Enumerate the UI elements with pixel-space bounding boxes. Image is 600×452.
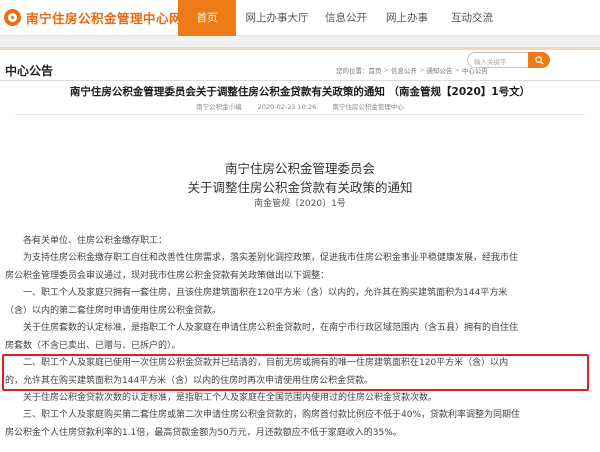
breadcrumb-item[interactable]: 信息公开: [391, 65, 417, 75]
paragraph-line: 一、职工个人及家庭只拥有一套住房，且该住房建筑面积在120平方米（含）以内的，允…: [23, 288, 508, 298]
search-icon: [534, 55, 544, 65]
breadcrumb-separator: >: [454, 66, 460, 74]
paragraph-item-1-note: 关于住房套数的认定标准，是指职工个人及家庭在申请住房公积金贷款时，在南宁市行政区…: [5, 320, 595, 355]
main-nav: 首页 网上办事大厅 信息公开 网上办事 互动交流: [178, 0, 504, 36]
paragraph-line: 房公积金个人住房贷款利率的1.1倍，最高贷款金额为50万元，月还款额应不低于家庭…: [5, 427, 402, 438]
breadcrumb-item[interactable]: 您的位置：首页: [336, 65, 382, 75]
top-navbar: 南宁住房公积金管理中心网站 首页 网上办事大厅 信息公开 网上办事 互动交流: [0, 0, 600, 36]
breadcrumb-separator: >: [383, 66, 389, 74]
article-source: 南宁住房公积金管理中心: [332, 103, 404, 111]
site-logo[interactable]: 南宁住房公积金管理中心网站: [4, 8, 195, 27]
header-band: [0, 36, 600, 50]
paragraph-item-1: 一、职工个人及家庭只拥有一套住房，且该住房建筑面积在120平方米（含）以内的，允…: [5, 285, 595, 320]
paragraph-line: 关于住房公积金贷款次数的认定标准，是指职工个人及家庭在全国范围内使用过的住房公积…: [23, 393, 438, 403]
article-date: 2020-02-23 10:26: [257, 103, 317, 111]
search-button[interactable]: [528, 52, 550, 68]
paragraph-line: 为支持住房公积金缴存职工自住和改善性住房需求，落实差别化调控政策，促进我市住房公…: [23, 253, 519, 263]
breadcrumb-item[interactable]: 中心公告: [462, 65, 488, 75]
breadcrumb: 您的位置：首页 > 信息公开 > 通知公告 > 中心公告: [336, 65, 488, 75]
divider: [15, 114, 585, 115]
site-title: 南宁住房公积金管理中心网站: [26, 11, 196, 26]
nav-item-online-hall[interactable]: 网上办事大厅: [236, 0, 318, 36]
document-number: 南金管规〔2020〕1号: [254, 199, 346, 209]
logo-icon: [4, 9, 21, 26]
paragraph-item-3: 三、职工个人及家庭购买第二套住房或第二次申请住房公积金贷款的，购房首付款比例应不…: [5, 407, 595, 442]
section-title: 中心公告: [5, 64, 54, 78]
nav-item-interaction[interactable]: 互动交流: [440, 0, 504, 36]
paragraph-salutation: 各有关单位、住房公积金缴存职工：: [5, 233, 595, 251]
divider: [0, 80, 600, 81]
paragraph-line: 房公积金管理委员会审议通过，现对我市住房公积金贷款有关政策做出以下调整：: [5, 270, 330, 281]
paragraph-item-2-note: 关于住房公积金贷款次数的认定标准，是指职工个人及家庭在全国范围内使用过的住房公积…: [5, 390, 595, 408]
highlight-annotation-box: [2, 354, 589, 391]
breadcrumb-item[interactable]: 通知公告: [426, 65, 452, 75]
notice-title-line-1: 南宁住房公积金管理委员会: [224, 161, 375, 176]
paragraph-line: 关于住房套数的认定标准，是指职工个人及家庭在申请住房公积金贷款时，在南宁市行政区…: [23, 323, 519, 333]
paragraph-line: 房套数（不含已卖出、已赠与、已拆户的）。: [5, 340, 181, 351]
article-meta: 南宁公积金小编 2020-02-23 10:26 南宁住房公积金管理中心: [0, 101, 600, 111]
paragraph-intro: 为支持住房公积金缴存职工自住和改善性住房需求，落实差别化调控政策，促进我市住房公…: [5, 250, 595, 285]
notice-title-line-2: 关于调整住房公积金贷款有关政策的通知: [187, 180, 413, 195]
article-heading: 南宁住房公积金管理委员会关于调整住房公积金贷款有关政策的通知 （南金管规【202…: [69, 86, 531, 98]
paragraph-line: 各有关单位、住房公积金缴存职工：: [23, 236, 168, 246]
article-author: 南宁公积金小编: [196, 103, 242, 111]
nav-item-online-service[interactable]: 网上办事: [374, 0, 440, 36]
paragraph-line: （含）以内的第二套住房时申请使用住房公积金贷款。: [5, 305, 222, 316]
breadcrumb-separator: >: [418, 66, 425, 74]
paragraph-line: 三、职工个人及家庭购买第二套住房或第二次申请住房公积金贷款的，购房首付款比例应不…: [23, 410, 521, 420]
nav-item-home[interactable]: 首页: [178, 0, 236, 36]
nav-item-info-public[interactable]: 信息公开: [318, 0, 374, 36]
